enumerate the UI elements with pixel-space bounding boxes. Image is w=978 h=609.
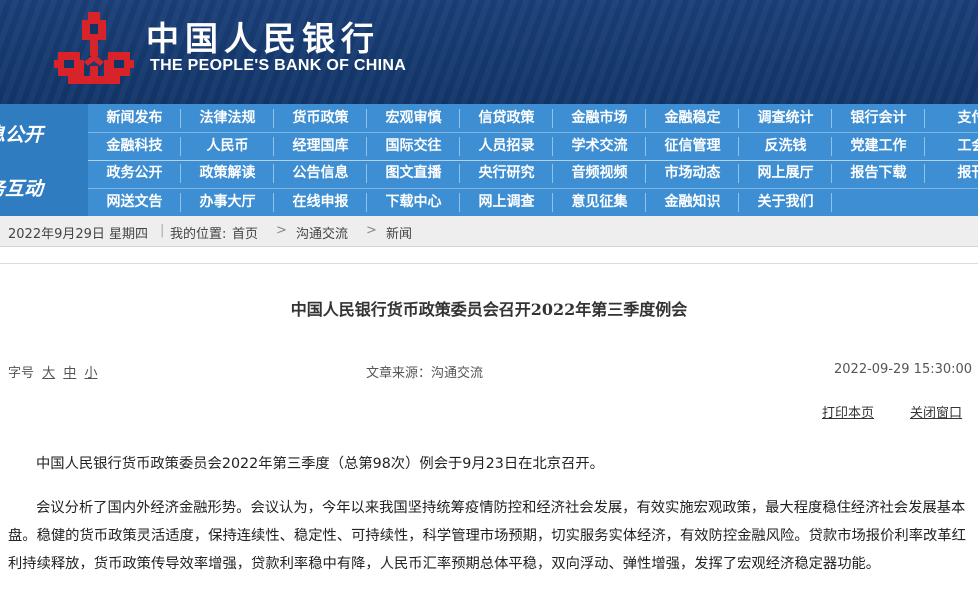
close-window-link[interactable]: 关闭窗口 <box>910 402 962 421</box>
nav-item-online-filing[interactable]: 在线申报 <box>274 189 367 216</box>
breadcrumb: 2022年9月29日 星期四 | 我的位置: 首页 > 沟通交流 > 新闻 <box>0 216 978 247</box>
bank-name-en[interactable]: THE PEOPLE'S BANK OF CHINA <box>150 57 406 75</box>
breadcrumb-news[interactable]: 新闻 <box>386 223 412 242</box>
nav-item-bank-accounting[interactable]: 银行会计 <box>832 105 925 132</box>
font-size-controls: 字号 大 中 小 <box>8 362 97 381</box>
print-page-link[interactable]: 打印本页 <box>822 402 874 421</box>
article-title: 中国人民银行货币政策委员会召开2022年第三季度例会 <box>290 300 688 319</box>
nav-item-financial-market[interactable]: 金融市场 <box>553 105 646 132</box>
nav-item-media[interactable]: 音频视频 <box>553 160 646 187</box>
site-header: 中国人民银行 THE PEOPLE'S BANK OF CHINA <box>0 0 978 104</box>
font-size-medium-link[interactable]: 中 <box>63 366 76 381</box>
nav-item-about-us[interactable]: 关于我们 <box>739 189 832 216</box>
nav-item-international[interactable]: 国际交往 <box>367 133 460 160</box>
breadcrumb-separator: > <box>366 223 377 238</box>
bank-name-cn[interactable]: 中国人民银行 <box>146 12 380 60</box>
nav-row-divider <box>88 132 978 133</box>
nav-item-online-exhibit[interactable]: 网上展厅 <box>739 160 832 187</box>
nav-row: 金融科技 人民币 经理国库 国际交往 人员招录 学术交流 征信管理 反洗钱 党建… <box>88 133 978 160</box>
current-date: 2022年9月29日 星期四 <box>8 227 149 242</box>
nav-item-research[interactable]: 央行研究 <box>460 160 553 187</box>
article-datetime: 2022-09-29 15:30:00 <box>834 362 973 377</box>
nav-item-recruitment[interactable]: 人员招录 <box>460 133 553 160</box>
font-size-small-link[interactable]: 小 <box>84 366 97 381</box>
nav-item-announcements[interactable]: 公告信息 <box>274 160 367 187</box>
nav-item-market-news[interactable]: 市场动态 <box>646 160 739 187</box>
nav-item-financial-knowledge[interactable]: 金融知识 <box>646 189 739 216</box>
nav-item-macroprudential[interactable]: 宏观审慎 <box>367 105 460 132</box>
article-paragraph: 会议分析了国内外经济金融形势。会议认为，今年以来我国坚持统筹疫情防控和经济社会发… <box>8 500 966 572</box>
main-nav: 息公开 务互动 新闻发布 法律法规 货币政策 宏观审慎 信贷政策 金融市场 金融… <box>0 104 978 216</box>
nav-item-statistics[interactable]: 调查统计 <box>739 105 832 132</box>
nav-section-label-service[interactable]: 务互动 <box>0 174 43 201</box>
nav-item-publications[interactable]: 报刊 <box>925 160 978 187</box>
nav-item-union[interactable]: 工会 <box>925 133 978 160</box>
nav-row-divider <box>88 160 978 161</box>
nav-item-payment[interactable]: 支付 <box>925 105 978 132</box>
breadcrumb-divider: | <box>160 223 165 238</box>
article-paragraph: 中国人民银行货币政策委员会2022年第三季度（总第98次）例会于9月23日在北京… <box>36 456 604 472</box>
nav-item-academic[interactable]: 学术交流 <box>553 133 646 160</box>
pboc-emblem-icon[interactable] <box>54 10 134 90</box>
nav-row: 网送文告 办事大厅 在线申报 下载中心 网上调查 意见征集 金融知识 关于我们 <box>88 189 978 216</box>
nav-section-label-public-info[interactable]: 息公开 <box>0 120 43 147</box>
nav-item-service-hall[interactable]: 办事大厅 <box>181 189 274 216</box>
nav-item-monetary-policy[interactable]: 货币政策 <box>274 105 367 132</box>
breadcrumb-comm[interactable]: 沟通交流 <box>296 223 348 242</box>
location-label: 我的位置: <box>170 227 227 242</box>
nav-item-rmb[interactable]: 人民币 <box>181 133 274 160</box>
breadcrumb-home[interactable]: 首页 <box>232 223 258 242</box>
nav-item-live[interactable]: 图文直播 <box>367 160 460 187</box>
nav-item-financial-stability[interactable]: 金融稳定 <box>646 105 739 132</box>
nav-item-credit-reporting[interactable]: 征信管理 <box>646 133 739 160</box>
nav-item-download-center[interactable]: 下载中心 <box>367 189 460 216</box>
nav-divider <box>831 193 832 212</box>
nav-item-gov-affairs[interactable]: 政务公开 <box>88 160 181 187</box>
nav-row-divider <box>88 188 978 189</box>
font-size-large-link[interactable]: 大 <box>42 366 55 381</box>
nav-item-policy-interpretation[interactable]: 政策解读 <box>181 160 274 187</box>
nav-item-party-building[interactable]: 党建工作 <box>832 133 925 160</box>
nav-item-documents[interactable]: 网送文告 <box>88 189 181 216</box>
nav-item-report-download[interactable]: 报告下载 <box>832 160 925 187</box>
article-source: 文章来源：沟通交流 <box>366 366 484 381</box>
nav-item-online-survey[interactable]: 网上调查 <box>460 189 553 216</box>
nav-item-fintech[interactable]: 金融科技 <box>88 133 181 160</box>
breadcrumb-separator: > <box>276 223 287 238</box>
nav-section-labels: 息公开 务互动 <box>0 104 88 216</box>
nav-item-treasury[interactable]: 经理国库 <box>274 133 367 160</box>
nav-item-feedback[interactable]: 意见征集 <box>553 189 646 216</box>
nav-item-credit-policy[interactable]: 信贷政策 <box>460 105 553 132</box>
nav-row: 新闻发布 法律法规 货币政策 宏观审慎 信贷政策 金融市场 金融稳定 调查统计 … <box>88 105 978 132</box>
nav-item-laws[interactable]: 法律法规 <box>181 105 274 132</box>
nav-row: 政务公开 政策解读 公告信息 图文直播 央行研究 音频视频 市场动态 网上展厅 … <box>88 160 978 187</box>
nav-item-news[interactable]: 新闻发布 <box>88 105 181 132</box>
nav-item-aml[interactable]: 反洗钱 <box>739 133 832 160</box>
font-size-label: 字号 <box>8 366 35 381</box>
